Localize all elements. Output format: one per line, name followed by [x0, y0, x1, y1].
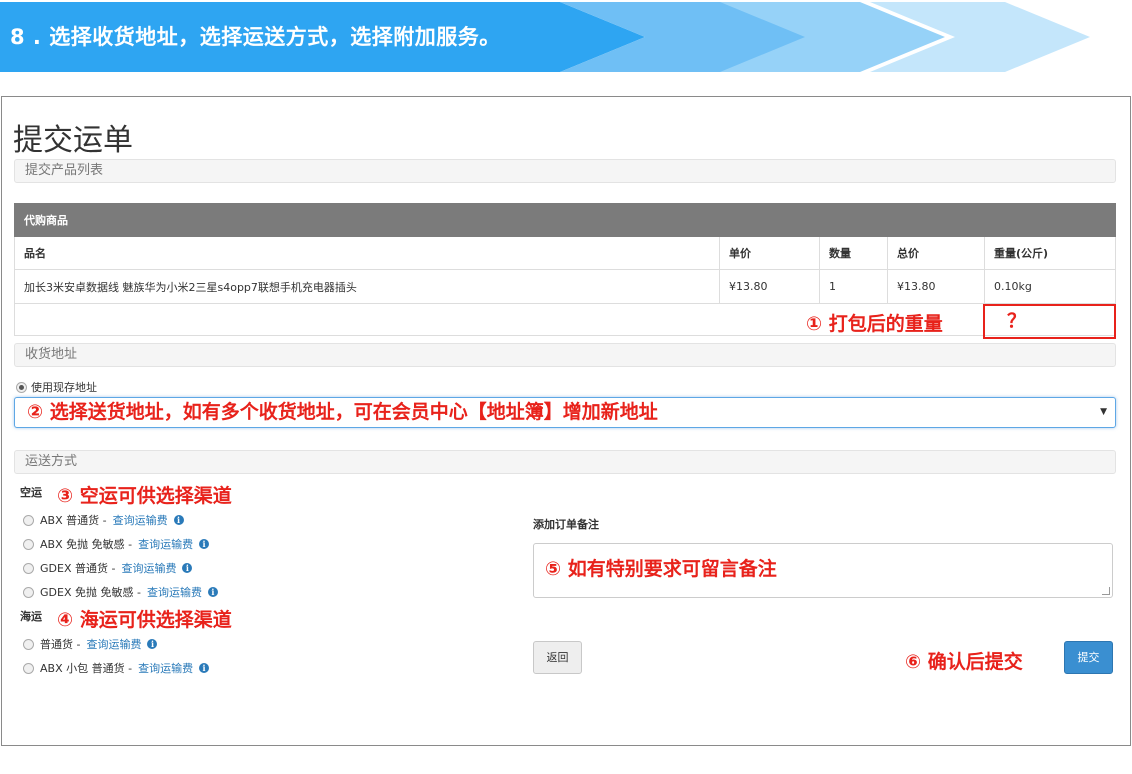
info-icon[interactable]: i [147, 639, 158, 649]
col-unit-price: 单价 [719, 236, 820, 270]
air-group-label: 空运 [20, 486, 42, 499]
submit-button[interactable]: 提交 [1064, 641, 1113, 674]
info-icon[interactable]: i [207, 587, 218, 597]
cell-product-name: 加长3米安卓数据线 魅族华为小米2三星s4opp7联想手机充电器插头 [14, 269, 720, 304]
table-row: 加长3米安卓数据线 魅族华为小米2三星s4opp7联想手机充电器插头 ¥13.8… [14, 269, 1116, 304]
radio-icon[interactable] [23, 562, 34, 574]
resize-grip-icon[interactable] [1102, 587, 1110, 595]
radio-icon[interactable] [23, 638, 34, 650]
col-weight: 重量(公斤) [984, 236, 1116, 270]
waybill-panel: 提交运单 提交产品列表 代购商品 品名 单价 数量 总价 重量(公斤) 加长3米… [1, 96, 1131, 746]
table-group-header: 代购商品 [14, 203, 1116, 237]
annotation-submit: ⑥ 确认后提交 [905, 651, 1023, 673]
back-button[interactable]: 返回 [533, 641, 582, 674]
radio-icon[interactable] [23, 586, 34, 598]
chevron-down-icon: ▼ [1100, 407, 1107, 417]
sea-group-label: 海运 [20, 610, 42, 623]
cell-weight: 0.10kg [984, 269, 1116, 304]
annotation-sea: ④ 海运可供选择渠道 [57, 609, 232, 631]
col-total: 总价 [887, 236, 985, 270]
query-fee-link[interactable]: 查询运输费 [86, 636, 141, 652]
section-products: 提交产品列表 [14, 159, 1116, 183]
table-header-row: 品名 单价 数量 总价 重量(公斤) [14, 236, 1116, 270]
shipping-option[interactable]: ABX 普通货 - 查询运输费 i [23, 512, 184, 528]
shipping-option[interactable]: GDEX 免抛 免敏感 - 查询运输费 i [23, 584, 218, 600]
shipping-option[interactable]: ABX 免抛 免敏感 - 查询运输费 i [23, 536, 210, 552]
page-title: 提交运单 [13, 123, 133, 158]
option-name: 普通货 - [40, 638, 81, 651]
section-address: 收货地址 [14, 343, 1116, 367]
table-weight-row [14, 303, 1116, 336]
order-note-label: 添加订单备注 [533, 518, 599, 531]
query-fee-link[interactable]: 查询运输费 [121, 560, 176, 576]
annotation-air: ③ 空运可供选择渠道 [57, 485, 232, 507]
radio-icon[interactable] [23, 538, 34, 550]
info-icon[interactable]: i [182, 563, 193, 573]
col-name: 品名 [14, 236, 720, 270]
annotation-address: ② 选择送货地址，如有多个收货地址，可在会员中心【地址簿】增加新地址 [27, 401, 658, 423]
query-fee-link[interactable]: 查询运输费 [113, 512, 168, 528]
shipping-option[interactable]: ABX 小包 普通货 - 查询运输费 i [23, 660, 210, 676]
info-icon[interactable]: i [199, 663, 210, 673]
table-group-header-row: 代购商品 [14, 203, 1116, 237]
section-shipping: 运送方式 [14, 450, 1116, 474]
radio-icon[interactable] [23, 514, 34, 526]
col-quantity: 数量 [819, 236, 888, 270]
use-existing-address-label: 使用现存地址 [31, 381, 97, 394]
use-existing-address-radio[interactable]: 使用现存地址 [16, 379, 97, 395]
option-name: GDEX 普通货 - [40, 562, 116, 575]
radio-icon[interactable] [23, 662, 34, 674]
option-name: ABX 普通货 - [40, 514, 107, 527]
query-fee-link[interactable]: 查询运输费 [138, 536, 193, 552]
banner-text: 8 . 选择收货地址，选择运送方式，选择附加服务。 [10, 25, 501, 49]
radio-checked-icon[interactable] [16, 381, 27, 393]
address-select[interactable]: ② 选择送货地址，如有多个收货地址，可在会员中心【地址簿】增加新地址 ▼ [14, 397, 1116, 428]
option-name: GDEX 免抛 免敏感 - [40, 586, 141, 599]
cell-total: ¥13.80 [887, 269, 985, 304]
info-icon[interactable]: i [173, 515, 184, 525]
info-icon[interactable]: i [199, 539, 210, 549]
query-fee-link[interactable]: 查询运输费 [138, 660, 193, 676]
shipping-option[interactable]: GDEX 普通货 - 查询运输费 i [23, 560, 193, 576]
query-fee-link[interactable]: 查询运输费 [147, 584, 202, 600]
order-note-textarea[interactable]: ⑤ 如有特别要求可留言备注 [533, 543, 1113, 598]
cell-quantity: 1 [819, 269, 888, 304]
step-banner: 8 . 选择收货地址，选择运送方式，选择附加服务。 [0, 2, 1090, 72]
cell-unit-price: ¥13.80 [719, 269, 820, 304]
product-table: 代购商品 品名 单价 数量 总价 重量(公斤) 加长3米安卓数据线 魅族华为小米… [14, 203, 1116, 336]
packed-weight-box: ？ [983, 304, 1116, 339]
annotation-note: ⑤ 如有特别要求可留言备注 [545, 558, 777, 580]
option-name: ABX 小包 普通货 - [40, 662, 133, 675]
annotation-weight: ① 打包后的重量 [806, 313, 943, 335]
shipping-option[interactable]: 普通货 - 查询运输费 i [23, 636, 158, 652]
option-name: ABX 免抛 免敏感 - [40, 538, 133, 551]
